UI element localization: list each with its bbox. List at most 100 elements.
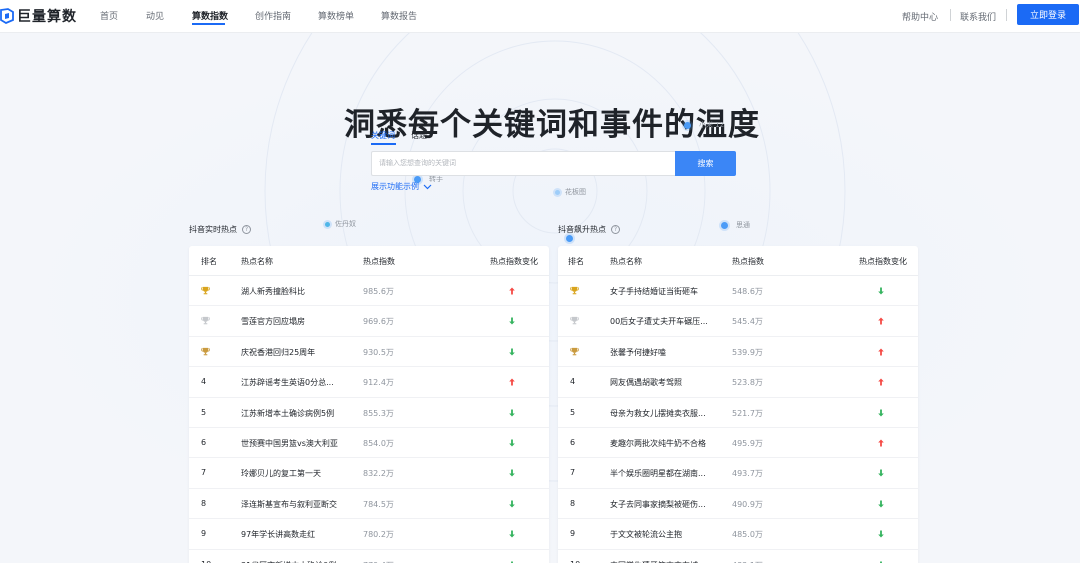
- bubble-label: 小米 12: [699, 121, 725, 129]
- arrow-up-icon: [509, 287, 515, 297]
- logo[interactable]: 巨量算数: [0, 6, 77, 26]
- keyword-bubble[interactable]: 小米 12: [684, 120, 724, 130]
- table-row[interactable]: 00后女子遭丈夫开车碾压... 545.4万: [558, 306, 918, 337]
- search-button[interactable]: 搜索: [675, 151, 736, 176]
- bubble-dot: [684, 121, 691, 129]
- help-icon[interactable]: ?: [242, 225, 251, 234]
- hotspot-index: 485.0万: [732, 530, 763, 540]
- trophy-icon: [201, 286, 221, 297]
- col-change: 热点指数变化: [490, 257, 538, 266]
- help-center-link[interactable]: 帮助中心: [902, 10, 938, 23]
- table-row[interactable]: 庆祝香港回归25周年 930.5万: [189, 337, 549, 368]
- section-title-text: 抖音飙升热点: [558, 225, 606, 234]
- table-body: 女子手持结婚证当街砸车 548.6万 00后女子遭丈夫开车碾压... 545.4万 张馨…: [558, 276, 918, 563]
- tab-keyword[interactable]: 关键词: [371, 130, 395, 141]
- arrow-up-icon: [878, 317, 884, 327]
- contact-us-link[interactable]: 联系我们: [960, 10, 996, 23]
- table-row[interactable]: 雪莲官方回应塌房 969.6万: [189, 306, 549, 337]
- col-index: 热点指数: [363, 257, 395, 266]
- hotspot-index: 548.6万: [732, 287, 763, 296]
- keyword-bubble[interactable]: 花板图: [555, 187, 586, 197]
- table-row[interactable]: 4 网友偶遇胡歌考驾照 523.8万: [558, 367, 918, 398]
- nav-reports[interactable]: 算数报告: [381, 9, 417, 22]
- section-title-text: 抖音实时热点: [189, 225, 237, 234]
- keyword-bubble[interactable]: 思通: [721, 220, 750, 230]
- hotspot-index: 930.5万: [363, 347, 394, 357]
- bubble-dot: [566, 235, 573, 242]
- arrow-up-icon: [878, 348, 884, 358]
- hotspot-name[interactable]: 中国学生猜牙签事变东城: [610, 560, 698, 563]
- table-row[interactable]: 女子手持结婚证当街砸车 548.6万: [558, 276, 918, 307]
- hotspot-name[interactable]: 97年学长讲高数走红: [241, 529, 315, 540]
- hotspot-index: 969.6万: [363, 317, 394, 327]
- arrow-up-icon: [509, 378, 515, 388]
- table-row[interactable]: 4 江苏辟谣考生英语0分总... 912.4万: [189, 367, 549, 398]
- nav-index[interactable]: 算数指数: [192, 9, 228, 22]
- keyword-bubble[interactable]: 佐丹奴: [325, 219, 356, 229]
- hotspot-index: 784.5万: [363, 499, 394, 509]
- table-row[interactable]: 5 母亲为救女儿摆摊卖衣服... 521.7万: [558, 398, 918, 428]
- rank-number: 7: [201, 468, 207, 478]
- nav-active-indicator: [192, 23, 225, 25]
- hotspot-name[interactable]: 31省区市新增本土确诊0例: [241, 560, 336, 563]
- header-divider: [1006, 9, 1007, 21]
- hotspot-index: 490.9万: [732, 499, 763, 509]
- table-row[interactable]: 10 31省区市新增本土确诊0例 779.4万: [189, 550, 549, 563]
- hotspot-name[interactable]: 网友偶遇胡歌考驾照: [610, 377, 682, 388]
- table-header: 排名 热点名称 热点指数 热点指数变化: [189, 246, 549, 276]
- nav-home[interactable]: 首页: [100, 9, 118, 22]
- bubble-dot: [325, 221, 330, 227]
- col-name: 热点名称: [610, 257, 642, 266]
- trophy-icon: [201, 347, 221, 358]
- login-button[interactable]: 立即登录: [1017, 4, 1079, 25]
- rank-number: 9: [570, 529, 576, 539]
- trophy-icon: [570, 347, 590, 358]
- search-input[interactable]: 请输入您想查询的关键词: [371, 151, 675, 176]
- table-row[interactable]: 8 女子去同事家摘梨被砸伤... 490.9万: [558, 489, 918, 520]
- hotspot-name[interactable]: 于文文被轮流公主抱: [610, 529, 682, 540]
- hotspot-name[interactable]: 00后女子遭丈夫开车碾压...: [610, 316, 708, 327]
- hotspot-name[interactable]: 麦趣尔两批次纯牛奶不合格: [610, 438, 706, 449]
- hotspot-name[interactable]: 女子去同事家摘梨被砸伤...: [610, 499, 706, 510]
- arrow-down-icon: [509, 530, 515, 540]
- hotspot-name[interactable]: 半个娱乐圈明星都在湖南...: [610, 468, 706, 479]
- demo-link[interactable]: 展示功能示例: [371, 181, 432, 192]
- hotspot-name[interactable]: 雪莲官方回应塌房: [241, 316, 305, 327]
- table-row[interactable]: 9 于文文被轮流公主抱 485.0万: [558, 519, 918, 550]
- nav-dongjian[interactable]: 动见: [146, 9, 164, 22]
- hotspot-name[interactable]: 世预赛中国男篮vs澳大利亚: [241, 438, 338, 449]
- hotspot-name[interactable]: 江苏新增本土确诊病例5例: [241, 408, 334, 419]
- col-rank: 排名: [568, 257, 584, 266]
- hotspot-name[interactable]: 泽连斯基宣布与叙利亚断交: [241, 499, 337, 510]
- hotspot-name[interactable]: 玲娜贝儿的复工第一天: [241, 468, 321, 479]
- table-row[interactable]: 湖人新秀撞脸科比 985.6万: [189, 276, 549, 307]
- table-header: 排名 热点名称 热点指数 热点指数变化: [558, 246, 918, 276]
- tab-topic[interactable]: 话题: [411, 130, 427, 141]
- hotspot-name[interactable]: 张馨予何捷好嗑: [610, 347, 666, 358]
- table-row[interactable]: 6 世预赛中国男篮vs澳大利亚 854.0万: [189, 428, 549, 459]
- table-row[interactable]: 7 玲娜贝儿的复工第一天 832.2万: [189, 458, 549, 489]
- hotspot-name[interactable]: 庆祝香港回归25周年: [241, 347, 315, 358]
- table-row[interactable]: 5 江苏新增本土确诊病例5例 855.3万: [189, 398, 549, 428]
- bubble-dot: [721, 221, 728, 229]
- hotspot-name[interactable]: 女子手持结婚证当街砸车: [610, 286, 698, 297]
- table-row[interactable]: 张馨予何捷好嗑 539.9万: [558, 337, 918, 368]
- table-row[interactable]: 7 半个娱乐圈明星都在湖南... 493.7万: [558, 458, 918, 489]
- table-row[interactable]: 6 麦趣尔两批次纯牛奶不合格 495.9万: [558, 428, 918, 459]
- rank-number: 6: [570, 437, 576, 447]
- hotspot-name[interactable]: 母亲为救女儿摆摊卖衣服...: [610, 408, 706, 419]
- arrow-up-icon: [878, 439, 884, 449]
- chevron-down-icon: [423, 184, 432, 189]
- hotspot-name[interactable]: 江苏辟谣考生英语0分总...: [241, 377, 334, 388]
- rank-number: 4: [570, 377, 576, 387]
- hotspot-index: 832.2万: [363, 469, 394, 479]
- nav-creation-guide[interactable]: 创作指南: [255, 9, 291, 22]
- nav-rankings[interactable]: 算数榜单: [318, 9, 354, 22]
- hotspot-index: 855.3万: [363, 408, 394, 418]
- help-icon[interactable]: ?: [611, 225, 620, 234]
- hotspot-name[interactable]: 湖人新秀撞脸科比: [241, 286, 305, 297]
- table-row[interactable]: 10 中国学生猜牙签事变东城 483.1万: [558, 550, 918, 563]
- table-row[interactable]: 9 97年学长讲高数走红 780.2万: [189, 519, 549, 550]
- table-row[interactable]: 8 泽连斯基宣布与叙利亚断交 784.5万: [189, 489, 549, 520]
- trophy-icon: [570, 316, 590, 327]
